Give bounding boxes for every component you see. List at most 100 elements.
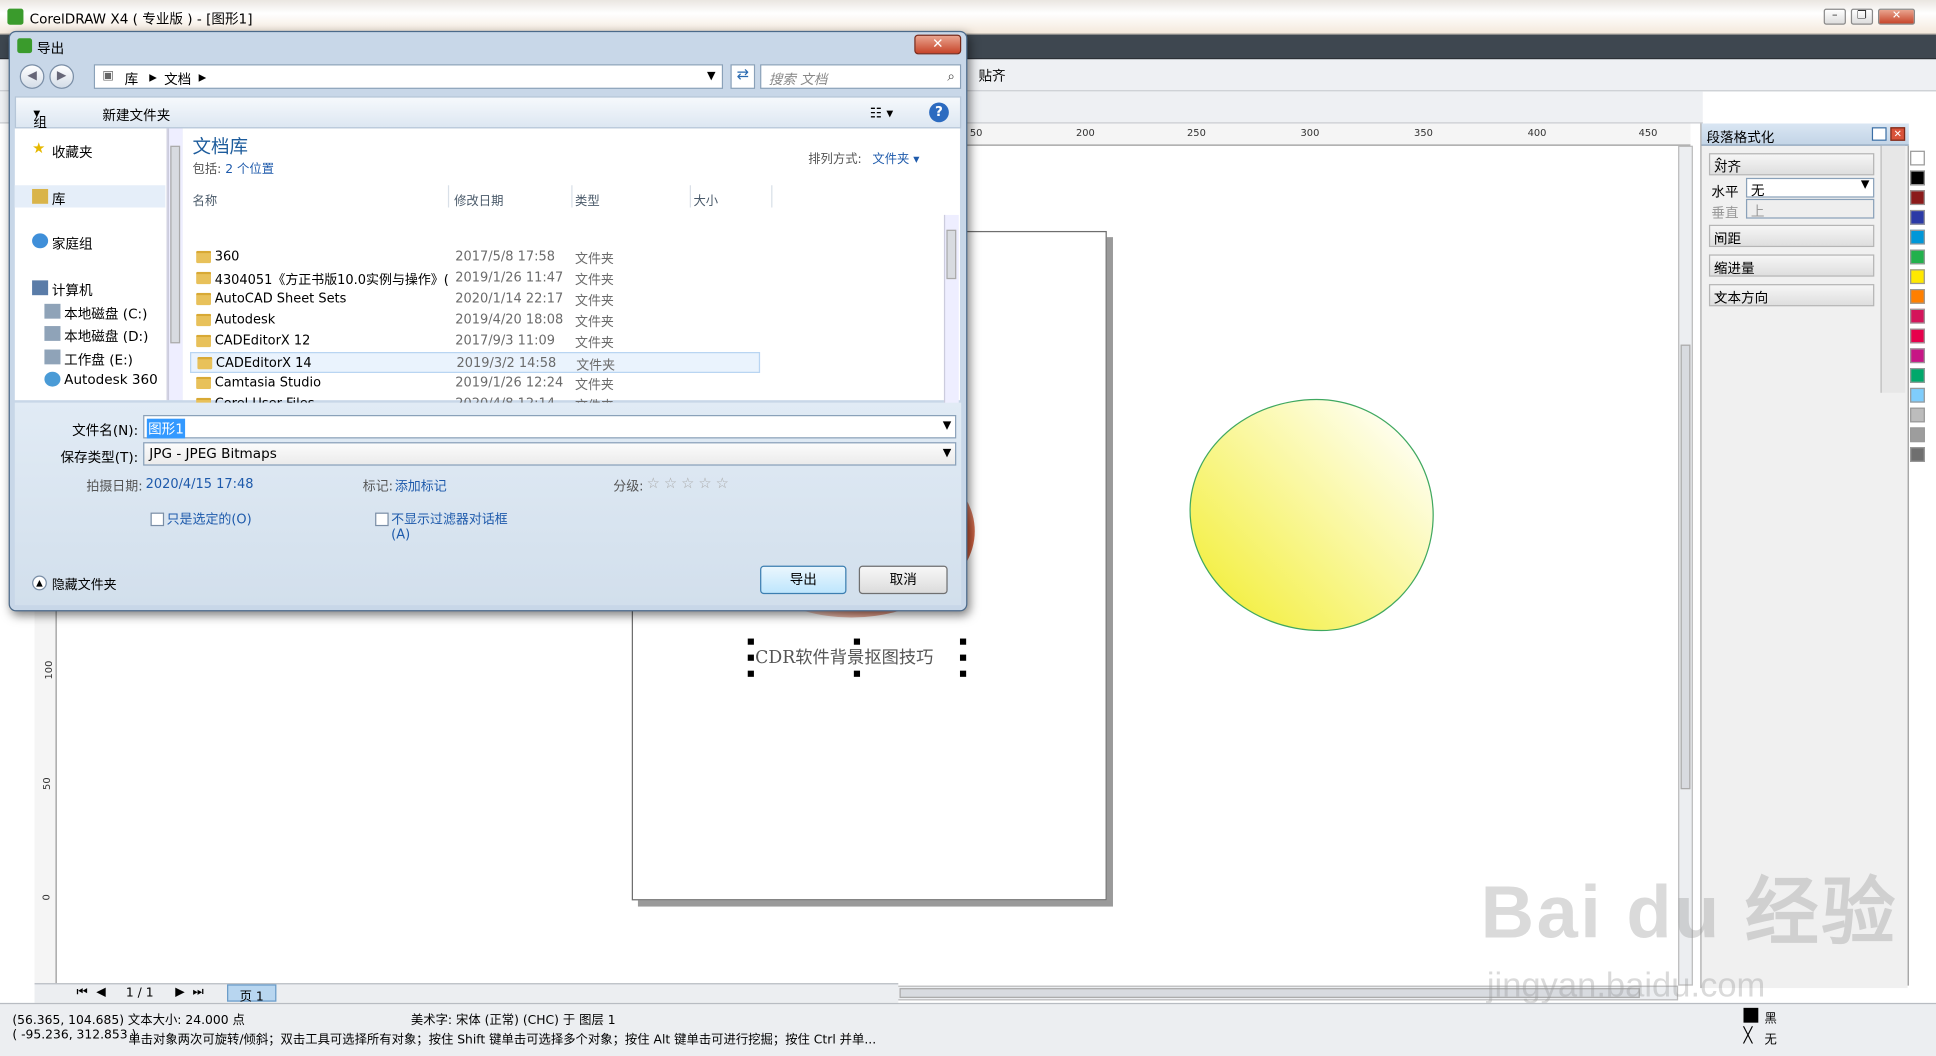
search-icon[interactable]: ⌕ bbox=[947, 68, 955, 85]
palette-swatch[interactable] bbox=[1910, 368, 1925, 383]
column-name[interactable]: 名称 bbox=[192, 185, 450, 209]
palette-swatch[interactable] bbox=[1910, 387, 1925, 403]
nav-drive-d[interactable]: 本地磁盘 (D:) bbox=[15, 322, 166, 345]
hide-folders-icon[interactable]: ▲ bbox=[32, 575, 47, 591]
rating-star-icon[interactable]: ☆ bbox=[681, 474, 694, 491]
includes-locations-link[interactable]: 2 个位置 bbox=[225, 163, 274, 177]
snap-button[interactable]: 贴齐 bbox=[978, 65, 1005, 85]
palette-swatch[interactable] bbox=[1910, 209, 1925, 225]
selection-handle[interactable] bbox=[959, 654, 967, 661]
selection-handle[interactable] bbox=[747, 638, 754, 645]
palette-swatch[interactable] bbox=[1910, 170, 1925, 186]
help-icon[interactable]: ? bbox=[929, 102, 949, 123]
color-palette[interactable] bbox=[1907, 145, 1925, 986]
only-selected-checkbox[interactable] bbox=[150, 512, 165, 527]
nav-drive-c[interactable]: 本地磁盘 (C:) bbox=[15, 300, 166, 322]
new-folder-button[interactable]: 新建文件夹 bbox=[102, 105, 170, 125]
palette-swatch[interactable] bbox=[1910, 190, 1925, 206]
next-page-icon[interactable]: ▶ bbox=[175, 986, 185, 1000]
back-icon[interactable]: ◀ bbox=[19, 64, 45, 89]
palette-swatch[interactable] bbox=[1910, 308, 1925, 324]
file-row[interactable]: CADEditorX 14 2019/3/2 14:58 文件夹 bbox=[190, 352, 761, 374]
nav-favorites[interactable]: ★ 收藏夹 bbox=[15, 138, 166, 161]
palette-swatch[interactable] bbox=[1910, 407, 1925, 423]
no-filter-dialog-checkbox[interactable] bbox=[375, 512, 389, 527]
palette-swatch[interactable] bbox=[1910, 249, 1925, 265]
expand-icon[interactable]: ⌄ bbox=[1714, 288, 1866, 302]
selection-handle[interactable] bbox=[853, 670, 861, 677]
fill-swatch[interactable] bbox=[1743, 1007, 1759, 1023]
nav-homegroup[interactable]: 家庭组 bbox=[15, 230, 166, 252]
spacing-section[interactable]: 间距 ⌄ bbox=[1708, 224, 1875, 248]
palette-swatch[interactable] bbox=[1910, 348, 1925, 364]
align-section[interactable]: 对齐 ⌃ bbox=[1708, 153, 1875, 176]
export-button[interactable]: 导出 bbox=[760, 565, 847, 595]
last-page-icon[interactable]: ⏭ bbox=[192, 986, 203, 1000]
rating-star-icon[interactable]: ☆ bbox=[664, 474, 677, 491]
nav-autodesk-360[interactable]: Autodesk 360 bbox=[15, 368, 166, 390]
address-dropdown-icon[interactable]: ▼ bbox=[707, 70, 716, 82]
docker-tabs[interactable] bbox=[1880, 145, 1906, 393]
indent-section[interactable]: 缩进量 ⌄ bbox=[1708, 254, 1875, 277]
restore-icon[interactable]: ❐ bbox=[1850, 8, 1874, 25]
filetype-select[interactable]: JPG - JPEG Bitmaps ▼ bbox=[143, 442, 957, 466]
palette-swatch[interactable] bbox=[1910, 229, 1925, 245]
close-icon[interactable]: ✕ bbox=[1877, 8, 1916, 25]
column-type[interactable]: 类型 bbox=[575, 185, 691, 209]
rating-star-icon[interactable]: ☆ bbox=[716, 474, 729, 491]
selection-handle[interactable] bbox=[747, 670, 754, 677]
minimize-icon[interactable]: – bbox=[1823, 8, 1846, 25]
outline-none-icon[interactable]: ╳ bbox=[1744, 1026, 1753, 1043]
palette-swatch[interactable] bbox=[1910, 427, 1925, 443]
selection-handle[interactable] bbox=[853, 638, 861, 645]
selection-handle[interactable] bbox=[747, 654, 754, 661]
nav-pane-scrollbar[interactable] bbox=[167, 128, 183, 401]
selection-handle[interactable] bbox=[959, 670, 967, 677]
hide-folders-button[interactable]: 隐藏文件夹 bbox=[52, 576, 117, 595]
palette-swatch[interactable] bbox=[1910, 289, 1925, 304]
breadcrumb-documents[interactable]: 文档 bbox=[164, 69, 191, 89]
view-options-icon[interactable]: ☷ ▾ bbox=[870, 105, 893, 121]
file-row[interactable]: AutoCAD Sheet Sets 2020/1/14 22:17 文件夹 bbox=[190, 289, 760, 310]
nav-libraries[interactable]: 库 bbox=[14, 185, 166, 208]
sort-dropdown[interactable]: 文件夹 ▾ bbox=[872, 148, 919, 167]
selection-handle[interactable] bbox=[959, 638, 967, 645]
filename-input[interactable]: 图形1 ▼ bbox=[143, 414, 957, 439]
rating-stars[interactable]: ☆ ☆ ☆ ☆ ☆ bbox=[647, 474, 733, 491]
cancel-button[interactable]: 取消 bbox=[858, 565, 948, 595]
file-row[interactable]: 360 2017/5/8 17:58 文件夹 bbox=[190, 247, 760, 268]
palette-swatch[interactable] bbox=[1910, 328, 1925, 344]
docker-minimize-icon[interactable] bbox=[1871, 127, 1887, 141]
rating-star-icon[interactable]: ☆ bbox=[647, 474, 660, 491]
file-row[interactable]: Autodesk 2019/4/20 18:08 文件夹 bbox=[190, 310, 760, 331]
page-tab[interactable]: 页 1 bbox=[227, 984, 277, 1004]
selected-artistic-text[interactable]: CDR软件背景抠图技巧 bbox=[755, 645, 962, 672]
nav-computer[interactable]: 计算机 bbox=[15, 277, 166, 299]
text-direction-section[interactable]: 文本方向 ⌄ bbox=[1708, 284, 1875, 307]
collapse-icon[interactable]: ⌃ bbox=[1714, 157, 1866, 171]
address-bar[interactable]: ▣ 库 ▶ 文档 ▶ ▼ bbox=[93, 64, 724, 89]
dialog-close-button[interactable]: ✕ bbox=[914, 34, 962, 55]
docker-close-icon[interactable]: ✕ bbox=[1890, 127, 1906, 141]
add-tags-link[interactable]: 添加标记 bbox=[395, 477, 447, 496]
first-page-icon[interactable]: ⏮ bbox=[77, 986, 88, 1000]
horizontal-align-select[interactable]: 无 ▼ bbox=[1745, 177, 1875, 199]
prev-page-icon[interactable]: ◀ bbox=[96, 986, 106, 1000]
palette-swatch[interactable] bbox=[1910, 150, 1925, 166]
file-row[interactable]: CADEditorX 12 2017/9/3 11:09 文件夹 bbox=[190, 331, 760, 352]
palette-swatch[interactable] bbox=[1910, 269, 1925, 285]
refresh-icon[interactable]: ⇄ bbox=[730, 64, 756, 89]
forward-icon[interactable]: ▶ bbox=[49, 64, 75, 89]
date-taken-value[interactable]: 2020/4/15 17:48 bbox=[146, 477, 254, 492]
search-input[interactable]: 搜索 文档 ⌕ bbox=[760, 64, 962, 89]
column-date[interactable]: 修改日期 bbox=[454, 185, 573, 209]
file-row[interactable]: 4304051《方正书版10.0实例与操作》( ... 2019/1/26 11:… bbox=[190, 268, 760, 289]
expand-icon[interactable]: ⌄ bbox=[1714, 228, 1866, 242]
file-row[interactable]: Camtasia Studio 2019/1/26 12:24 文件夹 bbox=[190, 373, 760, 394]
rating-star-icon[interactable]: ☆ bbox=[698, 474, 711, 491]
dialog-title-bar[interactable]: 导出 ✕ bbox=[10, 32, 966, 59]
vertical-align-select[interactable]: 上 bbox=[1745, 198, 1875, 220]
nav-drive-e[interactable]: 工作盘 (E:) bbox=[15, 346, 166, 368]
expand-icon[interactable]: ⌄ bbox=[1714, 258, 1866, 272]
palette-swatch[interactable] bbox=[1910, 447, 1925, 462]
